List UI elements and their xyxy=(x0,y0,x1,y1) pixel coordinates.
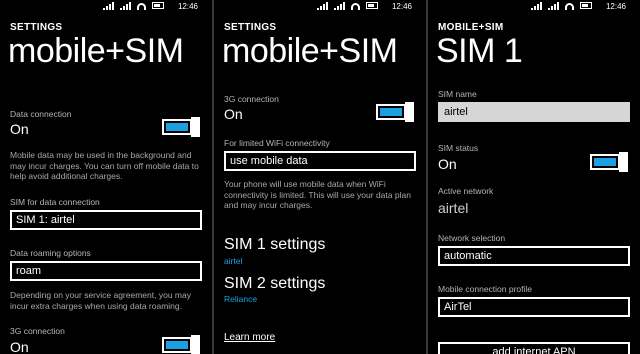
connection-profile-select[interactable]: AirTel xyxy=(438,297,630,317)
3g-connection-value: On xyxy=(10,339,29,354)
signal-icon xyxy=(317,2,328,10)
sim-name-label: SIM name xyxy=(438,89,477,99)
data-connection-toggle[interactable] xyxy=(162,117,200,137)
settings-panel-1: 12:46 SETTINGS mobile+SIM Data connectio… xyxy=(0,0,212,354)
sim-status-value: On xyxy=(438,156,457,172)
page-title: mobile+SIM xyxy=(8,32,184,70)
wifi-icon xyxy=(351,3,360,10)
wifi-limited-label: For limited WiFi connectivity xyxy=(224,138,330,148)
status-bar: 12:46 xyxy=(0,2,212,14)
clock: 12:46 xyxy=(177,2,198,11)
signal-2-icon xyxy=(334,2,345,10)
learn-more-link[interactable]: Learn more xyxy=(224,332,275,343)
network-selection-select[interactable]: automatic xyxy=(438,246,630,266)
sim1-operator: airtel xyxy=(224,256,243,266)
sim-name-input[interactable]: airtel xyxy=(438,102,630,122)
wifi-icon xyxy=(565,3,574,10)
active-network-label: Active network xyxy=(438,186,494,196)
sim2-operator: Reliance xyxy=(224,294,258,304)
connection-profile-label: Mobile connection profile xyxy=(438,284,533,294)
3g-connection-toggle[interactable] xyxy=(162,335,200,354)
3g-connection-label: 3G connection xyxy=(224,94,279,104)
add-apn-button[interactable]: add internet APN xyxy=(438,342,630,354)
page-title: SIM 1 xyxy=(436,32,523,70)
sim1-panel: 12:46 MOBILE+SIM SIM 1 SIM name airtel S… xyxy=(428,0,640,354)
page-title: mobile+SIM xyxy=(222,32,398,70)
sim2-settings-link[interactable]: SIM 2 settings xyxy=(224,275,325,293)
roaming-select[interactable]: roam xyxy=(10,261,202,281)
active-network-value: airtel xyxy=(438,200,469,216)
3g-connection-label: 3G connection xyxy=(10,326,65,336)
signal-icon xyxy=(103,2,114,10)
clock: 12:46 xyxy=(391,2,412,11)
battery-icon xyxy=(580,2,592,9)
status-bar: 12:46 xyxy=(214,2,426,14)
sim-for-data-select[interactable]: SIM 1: airtel xyxy=(10,210,202,230)
network-selection-label: Network selection xyxy=(438,233,506,243)
3g-connection-value: On xyxy=(224,106,243,122)
settings-panel-2: 12:46 SETTINGS mobile+SIM 3G connection … xyxy=(214,0,426,354)
battery-icon xyxy=(152,2,164,9)
signal-2-icon xyxy=(120,2,131,10)
roaming-label: Data roaming options xyxy=(10,248,91,258)
clock: 12:46 xyxy=(605,2,626,11)
roaming-description: Depending on your service agreement, you… xyxy=(10,290,191,311)
wifi-limited-description: Your phone will use mobile data when WiF… xyxy=(224,179,411,210)
signal-icon xyxy=(531,2,542,10)
battery-icon xyxy=(366,2,378,9)
status-bar: 12:46 xyxy=(428,2,640,14)
sim-status-label: SIM status xyxy=(438,143,479,153)
sim-for-data-label: SIM for data connection xyxy=(10,197,100,207)
sim1-settings-link[interactable]: SIM 1 settings xyxy=(224,236,325,254)
data-connection-description: Mobile data may be used in the backgroun… xyxy=(10,150,199,181)
wifi-limited-select[interactable]: use mobile data xyxy=(224,151,416,171)
sim-status-toggle[interactable] xyxy=(590,152,628,172)
3g-connection-toggle[interactable] xyxy=(376,102,414,122)
signal-2-icon xyxy=(548,2,559,10)
wifi-icon xyxy=(137,3,146,10)
data-connection-value: On xyxy=(10,121,29,137)
data-connection-label: Data connection xyxy=(10,109,72,119)
